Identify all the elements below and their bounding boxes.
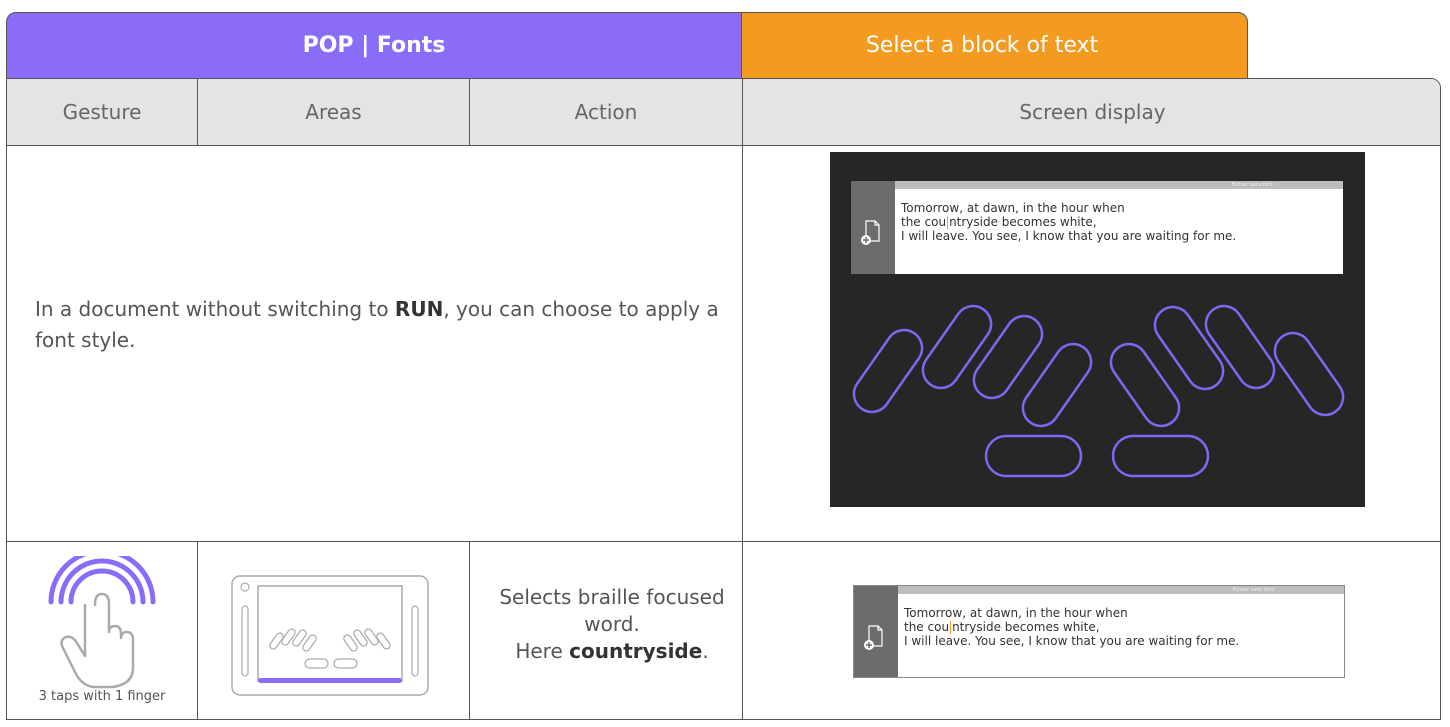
task-tab-label: Select a block of text bbox=[865, 33, 1099, 58]
braille-key-dot-7[interactable] bbox=[1016, 337, 1098, 433]
braille-tablet-icon bbox=[231, 575, 429, 696]
braille-key-dot-1[interactable] bbox=[967, 309, 1049, 405]
text-cursor bbox=[950, 621, 952, 634]
column-header-gesture: Gesture bbox=[7, 79, 198, 145]
braille-key-dot-2[interactable] bbox=[916, 299, 998, 395]
add-file-icon bbox=[864, 625, 883, 650]
column-header-action-label: Action bbox=[574, 100, 638, 124]
action-line-1: Selects braille focused word. bbox=[499, 585, 725, 636]
row-divider bbox=[7, 541, 1440, 542]
task-tab: Select a block of text bbox=[741, 12, 1248, 79]
intro-text-start: In a document without switching to bbox=[35, 297, 395, 321]
braille-keys-overlay bbox=[847, 299, 1350, 478]
action-keyword: countryside bbox=[569, 639, 703, 663]
braille-key-dot-6[interactable] bbox=[1268, 326, 1350, 422]
intro-keyword: RUN bbox=[394, 297, 444, 321]
document-filename: Fichier sans titre bbox=[1232, 587, 1274, 593]
document-text: Tomorrow, at dawn, in the hour when the … bbox=[904, 606, 1239, 648]
column-header-action: Action bbox=[470, 79, 743, 145]
triple-tap-hand-icon bbox=[48, 556, 156, 689]
column-header-areas: Areas bbox=[198, 79, 470, 145]
braille-space-key-left[interactable] bbox=[984, 434, 1083, 478]
braille-key-dot-3[interactable] bbox=[847, 323, 929, 419]
document-line-1: Tomorrow, at dawn, in the hour when bbox=[904, 606, 1128, 620]
column-header-screen-display-label: Screen display bbox=[1019, 100, 1166, 124]
table-header-row: Gesture Areas Action Screen display bbox=[7, 79, 1440, 146]
intro-text: In a document without switching to RUN, … bbox=[35, 294, 735, 356]
column-divider bbox=[197, 541, 198, 719]
column-header-gesture-label: Gesture bbox=[62, 100, 142, 124]
column-header-areas-label: Areas bbox=[305, 100, 362, 124]
column-divider bbox=[469, 541, 470, 719]
document-title-bar: Fichier sans titre bbox=[898, 586, 1344, 594]
action-line-2: Here countryside. bbox=[477, 638, 747, 665]
document-line-2-start: the cou bbox=[904, 620, 950, 634]
document-line-2-end: ntryside becomes white, bbox=[952, 620, 1100, 634]
action-description: Selects braille focused word. Here count… bbox=[477, 584, 747, 665]
column-header-screen-display: Screen display bbox=[743, 79, 1440, 145]
document-line-3: I will leave. You see, I know that you a… bbox=[904, 634, 1240, 648]
braille-key-dot-8[interactable] bbox=[1104, 337, 1186, 433]
braille-space-key-right[interactable] bbox=[1111, 434, 1210, 478]
gesture-table: Gesture Areas Action Screen display In a… bbox=[6, 78, 1441, 720]
gesture-label: 3 taps with 1 finger bbox=[38, 689, 166, 704]
screen-display-mockup: Fichier sans titre Tomorrow, at dawn, in… bbox=[830, 152, 1365, 507]
title-tab: POP | Fonts bbox=[6, 12, 742, 79]
document-line-2: the cou ntryside becomes white, bbox=[904, 620, 1239, 634]
document-sidebar bbox=[854, 586, 898, 677]
action-line-2-prefix: Here bbox=[515, 639, 570, 663]
title-tab-label: POP | Fonts bbox=[302, 33, 446, 58]
action-line-2-suffix: . bbox=[702, 639, 709, 663]
document-window-result: Fichier sans titre Tomorrow, at dawn, in… bbox=[853, 585, 1345, 678]
